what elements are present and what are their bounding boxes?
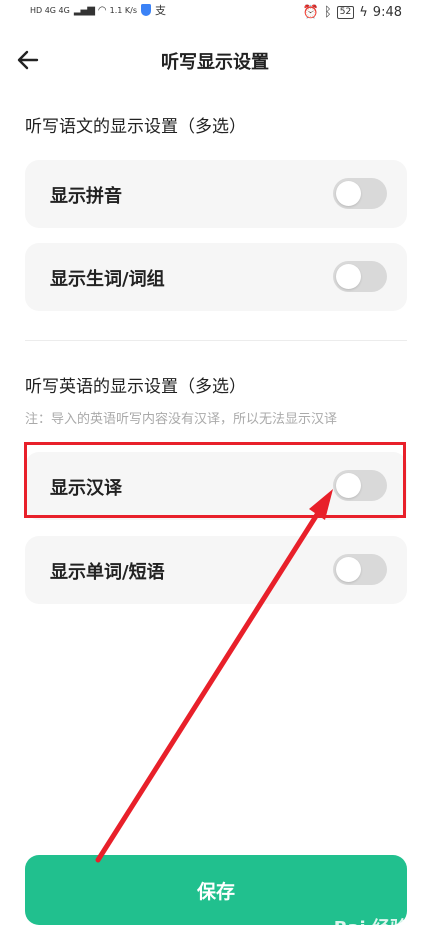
wifi-icon: ◠ (97, 4, 107, 16)
english-section-note: 注：导入的英语听写内容没有汉译，所以无法显示汉译 (25, 412, 338, 427)
toggle-pinyin[interactable] (333, 178, 387, 209)
bluetooth-icon: ᛒ (323, 5, 332, 20)
chinese-section-title: 听写语文的显示设置（多选） (25, 117, 246, 137)
toggle-new-words[interactable] (333, 261, 387, 292)
status-bar: HD 4G 4G ▂▄▆ ◠ 1.1 K/s 支 ⏰ ᛒ 52 ϟ 9:48 (0, 0, 430, 26)
english-section-title: 听写英语的显示设置（多选） (25, 377, 246, 397)
section-divider (25, 340, 407, 341)
option-label: 显示单词/短语 (50, 562, 165, 583)
shield-icon (141, 4, 152, 16)
option-card-new-words: 显示生词/词组 (25, 243, 407, 311)
toggle-knob (336, 557, 361, 582)
toggle-word-phrase[interactable] (333, 554, 387, 585)
page-title: 听写显示设置 (161, 52, 269, 73)
toggle-knob (336, 181, 361, 206)
nav-bar: 听写显示设置 (0, 40, 430, 80)
status-right: ⏰ ᛒ 52 ϟ 9:48 (303, 5, 402, 20)
baidu-watermark: Bai 经验 (333, 918, 408, 939)
network-speed: 1.1 K/s (109, 5, 138, 15)
signal-icon: ▂▄▆ (73, 4, 95, 16)
option-card-word-phrase: 显示单词/短语 (25, 536, 407, 604)
option-label: 显示拼音 (50, 186, 122, 207)
status-left: HD 4G 4G ▂▄▆ ◠ 1.1 K/s 支 (30, 2, 166, 18)
alipay-icon: 支 (155, 4, 167, 17)
battery-icon: 52 (336, 6, 355, 19)
annotation-highlight-box (24, 442, 406, 518)
toggle-knob (336, 264, 361, 289)
option-label: 显示生词/词组 (50, 269, 165, 290)
status-time: 9:48 (372, 5, 402, 20)
option-card-pinyin: 显示拼音 (25, 160, 407, 228)
network-indicator: HD 4G 4G (30, 5, 70, 15)
alarm-icon: ⏰ (302, 5, 319, 20)
charging-icon: ϟ (359, 5, 368, 20)
